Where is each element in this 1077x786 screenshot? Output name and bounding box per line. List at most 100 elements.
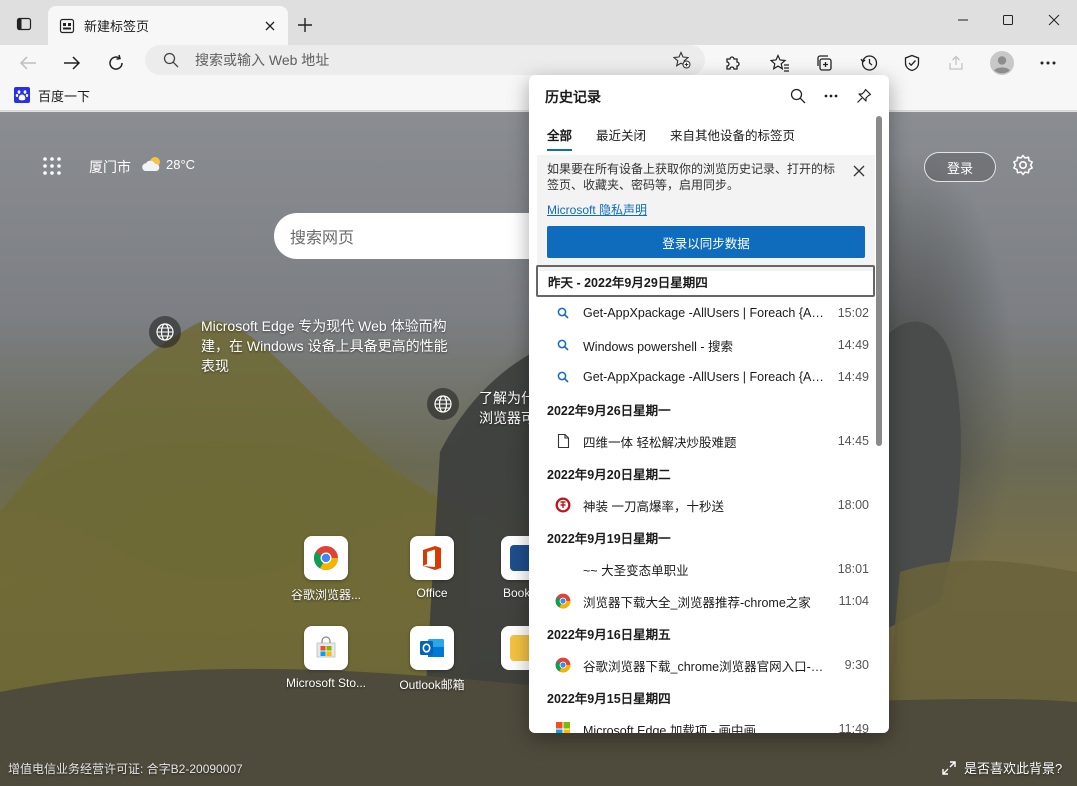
quick-link-partial[interactable] [493,626,529,670]
store-icon [304,626,348,670]
collections-icon[interactable] [811,49,839,77]
history-entry-title: Microsoft Edge 加载项 - 画中画 [583,723,756,734]
minimize-button[interactable] [940,0,986,40]
extensions-icon[interactable] [718,49,746,77]
globe-icon [427,388,459,420]
microsoft-icon [555,721,571,733]
history-entry[interactable]: 神装 一刀高爆率，十秒送 18:00 [529,489,881,521]
history-entry-time: 11:49 [838,722,869,733]
tab-all[interactable]: 全部 [547,125,573,151]
history-entry-title: 四维一体 轻松解决炒股难题 [583,435,737,450]
history-entry[interactable]: ~~ 大圣变态单职业 18:01 [529,553,881,585]
tab-title: 新建标签页 [84,19,150,34]
close-tab-icon[interactable] [262,18,278,34]
back-button[interactable] [14,49,42,77]
history-entry[interactable]: 四维一体 轻松解决炒股难题 14:45 [529,425,881,457]
tab-strip: 新建标签页 [0,0,1077,45]
history-title: 历史记录 [545,89,601,105]
history-panel: 历史记录 全部 最近关闭 来自其他设备的标签页 如果要在所有设备上获取你的浏览历… [529,75,889,733]
forward-button[interactable] [58,49,86,77]
history-entry-time: 14:49 [837,338,869,352]
refresh-button[interactable] [102,49,130,77]
profile-avatar[interactable] [988,49,1016,77]
history-entry[interactable]: Get-AppXpackage -AllUsers | Foreach {Add… [529,297,881,329]
chrome-icon [555,593,571,609]
more-options-icon[interactable] [820,85,842,107]
ntp-search-placeholder: 搜索网页 [290,230,355,247]
history-entry[interactable]: 浏览器下载大全_浏览器推荐-chrome之家 11:04 [529,585,881,617]
close-window-button[interactable] [1031,0,1077,40]
history-date-header: 2022年9月15日星期四 [547,691,671,706]
history-entry-title: Get-AppXpackage -AllUsers | Foreach {Add… [583,370,825,384]
history-entry[interactable]: 谷歌浏览器下载_chrome浏览器官网入口-chrome之家 9:30 [529,649,881,681]
promo-text-2-line2: 浏览器可 [479,410,535,426]
history-list: 昨天 - 2022年9月29日星期四 Get-AppXpackage -AllUs… [529,265,881,733]
privacy-link[interactable]: Microsoft 隐私声明 [547,201,647,218]
promo-text-2: 了解为什 浏览器可 [479,388,535,428]
address-input[interactable] [193,49,613,71]
history-entry[interactable]: Windows powershell - 搜索 14:49 [529,329,881,361]
share-icon[interactable] [942,49,970,77]
ntp-login-button[interactable]: 登录 [924,152,996,182]
history-entry-time: 14:49 [837,370,869,384]
tab-recently-closed[interactable]: 最近关闭 [596,125,646,151]
promo-text-1: Microsoft Edge 专为现代 Web 体验而构建，在 Windows … [201,318,448,374]
more-menu-icon[interactable] [1034,49,1062,77]
quick-link-label: Outlook邮箱 [399,678,465,692]
license-text[interactable]: 增值电信业务经营许可证: 合字B2-20090007 [8,760,243,777]
partly-cloudy-icon [141,156,163,172]
quick-link-chrome[interactable]: 谷歌浏览器... [281,536,371,603]
history-icon[interactable] [855,49,883,77]
weather-temperature: 28°C [166,156,196,172]
tab-other-devices[interactable]: 来自其他设备的标签页 [670,125,795,151]
quick-link-label: Microsoft Sto... [285,676,367,690]
weather-widget[interactable]: 28°C [141,156,195,172]
favorite-baidu[interactable]: 百度一下 [10,83,94,107]
history-entry-time: 14:45 [837,434,869,448]
new-tab-icon [59,18,75,34]
sign-in-sync-button[interactable]: 登录以同步数据 [547,226,865,258]
add-favorite-icon[interactable] [673,51,691,69]
pin-icon[interactable] [853,85,875,107]
quick-link-outlook[interactable]: Outlook邮箱 [387,626,477,693]
sync-notice: 如果要在所有设备上获取你的浏览历史记录、打开的标签页、收藏夹、密码等，启用同步。… [537,155,875,271]
history-entry-title: Get-AppXpackage -AllUsers | Foreach {Add… [583,306,825,320]
apps-grid-icon[interactable] [42,156,62,176]
search-icon [555,305,571,321]
history-date-header: 昨天 - 2022年9月29日星期四 [536,265,875,297]
address-bar[interactable] [145,45,705,75]
search-icon[interactable] [787,85,809,107]
office-icon [410,536,454,580]
search-icon [555,369,571,385]
performance-icon[interactable] [898,49,926,77]
quick-link-office[interactable]: Office [387,536,477,600]
history-tabs: 全部 最近关闭 来自其他设备的标签页 [547,125,819,151]
chrome-icon [555,657,571,673]
maximize-button[interactable] [985,0,1031,40]
favorites-icon[interactable] [766,49,794,77]
chrome-icon [304,536,348,580]
tab-new-tab[interactable]: 新建标签页 [48,6,288,45]
history-entry-title: Windows powershell - 搜索 [583,339,734,354]
history-entry-time: 18:01 [837,562,869,576]
promo-card-1[interactable]: Microsoft Edge 专为现代 Web 体验而构建，在 Windows … [149,316,459,376]
history-entry[interactable]: Get-AppXpackage -AllUsers | Foreach {Add… [529,361,881,393]
history-scrollbar[interactable] [876,116,882,446]
quick-link-microsoft-store[interactable]: Microsoft Sto... [281,626,371,690]
history-date-header: 2022年9月19日星期一 [547,531,671,546]
history-entry-time: 18:00 [837,498,869,512]
history-entry-title: 谷歌浏览器下载_chrome浏览器官网入口-chrome之家 [583,659,825,674]
quick-link-booking[interactable]: Book [493,536,529,600]
gear-icon[interactable] [1012,154,1036,178]
history-entry-title: 神装 一刀高爆率，十秒送 [583,499,724,514]
history-entry-time: 9:30 [844,658,869,672]
weather-city[interactable]: 厦门市 [89,157,131,177]
new-tab-button[interactable] [294,14,316,36]
history-entry[interactable]: Microsoft Edge 加载项 - 画中画 11:49 [529,713,881,733]
tab-actions-icon[interactable] [10,12,38,36]
close-icon[interactable] [853,165,865,177]
history-date-header: 2022年9月26日星期一 [547,403,671,418]
background-feedback[interactable]: 是否喜欢此背景? [942,758,1062,777]
outlook-icon [410,626,454,670]
booking-icon [501,536,529,580]
